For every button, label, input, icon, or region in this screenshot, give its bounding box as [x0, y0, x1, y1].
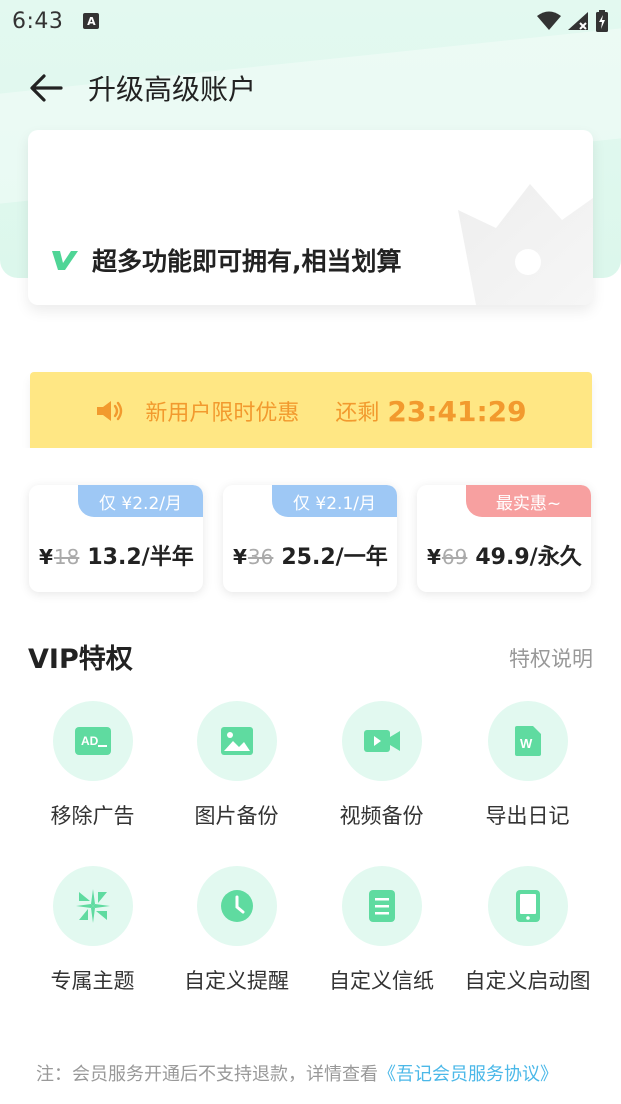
app-header: 升级高级账户 [0, 58, 621, 118]
plan-price: ¥ 18 13.2/半年 [39, 539, 194, 571]
plan-old-price: 69 [441, 545, 468, 569]
yen-symbol: ¥ [233, 545, 247, 569]
speaker-icon [97, 401, 123, 421]
privilege-label: 自定义提醒 [184, 969, 289, 993]
status-icons [537, 10, 609, 32]
privilege-icon-circle [341, 701, 422, 781]
plan-new-price: 13.2/半年 [87, 545, 194, 570]
privilege-info-link[interactable]: 特权说明 [509, 643, 593, 673]
privilege-label: 导出日记 [485, 804, 570, 828]
plan-old-price: 18 [53, 545, 80, 569]
check-v-icon [52, 251, 78, 270]
plan-card-half-year[interactable]: 仅 ¥2.2/月 ¥ 18 13.2/半年 [29, 485, 203, 592]
privilege-video-backup[interactable]: 视频备份 [309, 701, 454, 830]
svg-text:W: W [520, 736, 533, 751]
privilege-icon-circle: AD [52, 701, 133, 781]
plan-card-one-year[interactable]: 仅 ¥2.1/月 ¥ 36 25.2/一年 [223, 485, 397, 592]
privilege-icon-circle [52, 866, 133, 946]
plan-new-price: 49.9/永久 [475, 545, 582, 570]
plan-badge: 仅 ¥2.1/月 [272, 485, 397, 517]
footer-note-text: 注：会员服务开通后不支持退款，详情查看 [36, 1064, 378, 1085]
privilege-label: 视频备份 [339, 804, 424, 828]
back-arrow-icon [30, 74, 63, 102]
back-button[interactable] [22, 64, 70, 112]
word-document-icon: W [514, 726, 541, 756]
crown-icon [458, 184, 593, 305]
privilege-icon-circle [341, 866, 422, 946]
privilege-icon-circle [196, 866, 277, 946]
wifi-icon [537, 11, 561, 30]
promo-bar: 新用户限时优惠 还剩 23:41:29 [30, 372, 592, 450]
theme-icon [75, 889, 110, 923]
plan-price: ¥ 69 49.9/永久 [427, 539, 582, 571]
plans-section: 仅 ¥2.2/月 ¥ 18 13.2/半年 仅 ¥2.1/月 ¥ 36 25.2… [0, 448, 621, 608]
page-title: 升级高级账户 [88, 73, 257, 106]
yen-symbol: ¥ [427, 545, 441, 569]
signal-icon [568, 12, 588, 30]
privilege-label: 自定义信纸 [329, 969, 434, 993]
image-icon [220, 727, 253, 755]
benefit-banner: 超多功能即可拥有,相当划算 [28, 130, 593, 305]
privilege-custom-splash[interactable]: 自定义启动图 [455, 866, 600, 995]
privilege-label: 图片备份 [194, 804, 279, 828]
plan-card-lifetime[interactable]: 最实惠~ ¥ 69 49.9/永久 [417, 485, 591, 592]
privilege-custom-notepaper[interactable]: 自定义信纸 [309, 866, 454, 995]
privilege-custom-reminder[interactable]: 自定义提醒 [164, 866, 309, 995]
privilege-icon-circle: W [487, 701, 568, 781]
banner-row: 超多功能即可拥有,相当划算 [52, 242, 402, 278]
privilege-label: 自定义启动图 [464, 969, 591, 993]
notification-icon: A [83, 13, 100, 29]
privilege-remove-ads[interactable]: AD 移除广告 [20, 701, 165, 830]
battery-icon [596, 10, 608, 32]
plan-badge: 仅 ¥2.2/月 [78, 485, 203, 517]
ad-icon: AD [74, 727, 111, 755]
footer-note: 注：会员服务开通后不支持退款，详情查看《吾记会员服务协议》 [36, 1060, 558, 1086]
privilege-exclusive-theme[interactable]: 专属主题 [20, 866, 165, 995]
plan-price: ¥ 36 25.2/一年 [233, 539, 388, 571]
clock-icon [220, 890, 253, 922]
status-bar: 6:43 A [0, 0, 621, 42]
banner-text: 超多功能即可拥有,相当划算 [92, 247, 402, 276]
plan-old-price: 36 [247, 545, 274, 569]
privilege-icon-circle [196, 701, 277, 781]
privilege-image-backup[interactable]: 图片备份 [164, 701, 309, 830]
notepaper-icon [368, 890, 395, 922]
yen-symbol: ¥ [39, 545, 53, 569]
vip-section-title: VIP特权 [28, 644, 133, 675]
service-agreement-link[interactable]: 《吾记会员服务协议》 [378, 1064, 558, 1085]
phone-icon [515, 890, 540, 922]
privilege-label: 专属主题 [50, 969, 135, 993]
plan-badge: 最实惠~ [466, 485, 591, 517]
promo-label: 新用户限时优惠 [145, 401, 300, 426]
status-time: 6:43 [12, 8, 64, 34]
video-icon [363, 730, 400, 752]
svg-text:AD: AD [81, 734, 99, 748]
privilege-export-diary[interactable]: W 导出日记 [455, 701, 600, 830]
promo-countdown: 23:41:29 [387, 394, 527, 428]
privilege-label: 移除广告 [50, 804, 135, 828]
plan-new-price: 25.2/一年 [281, 545, 388, 570]
privilege-icon-circle [487, 866, 568, 946]
promo-remaining-label: 还剩 [335, 401, 380, 426]
